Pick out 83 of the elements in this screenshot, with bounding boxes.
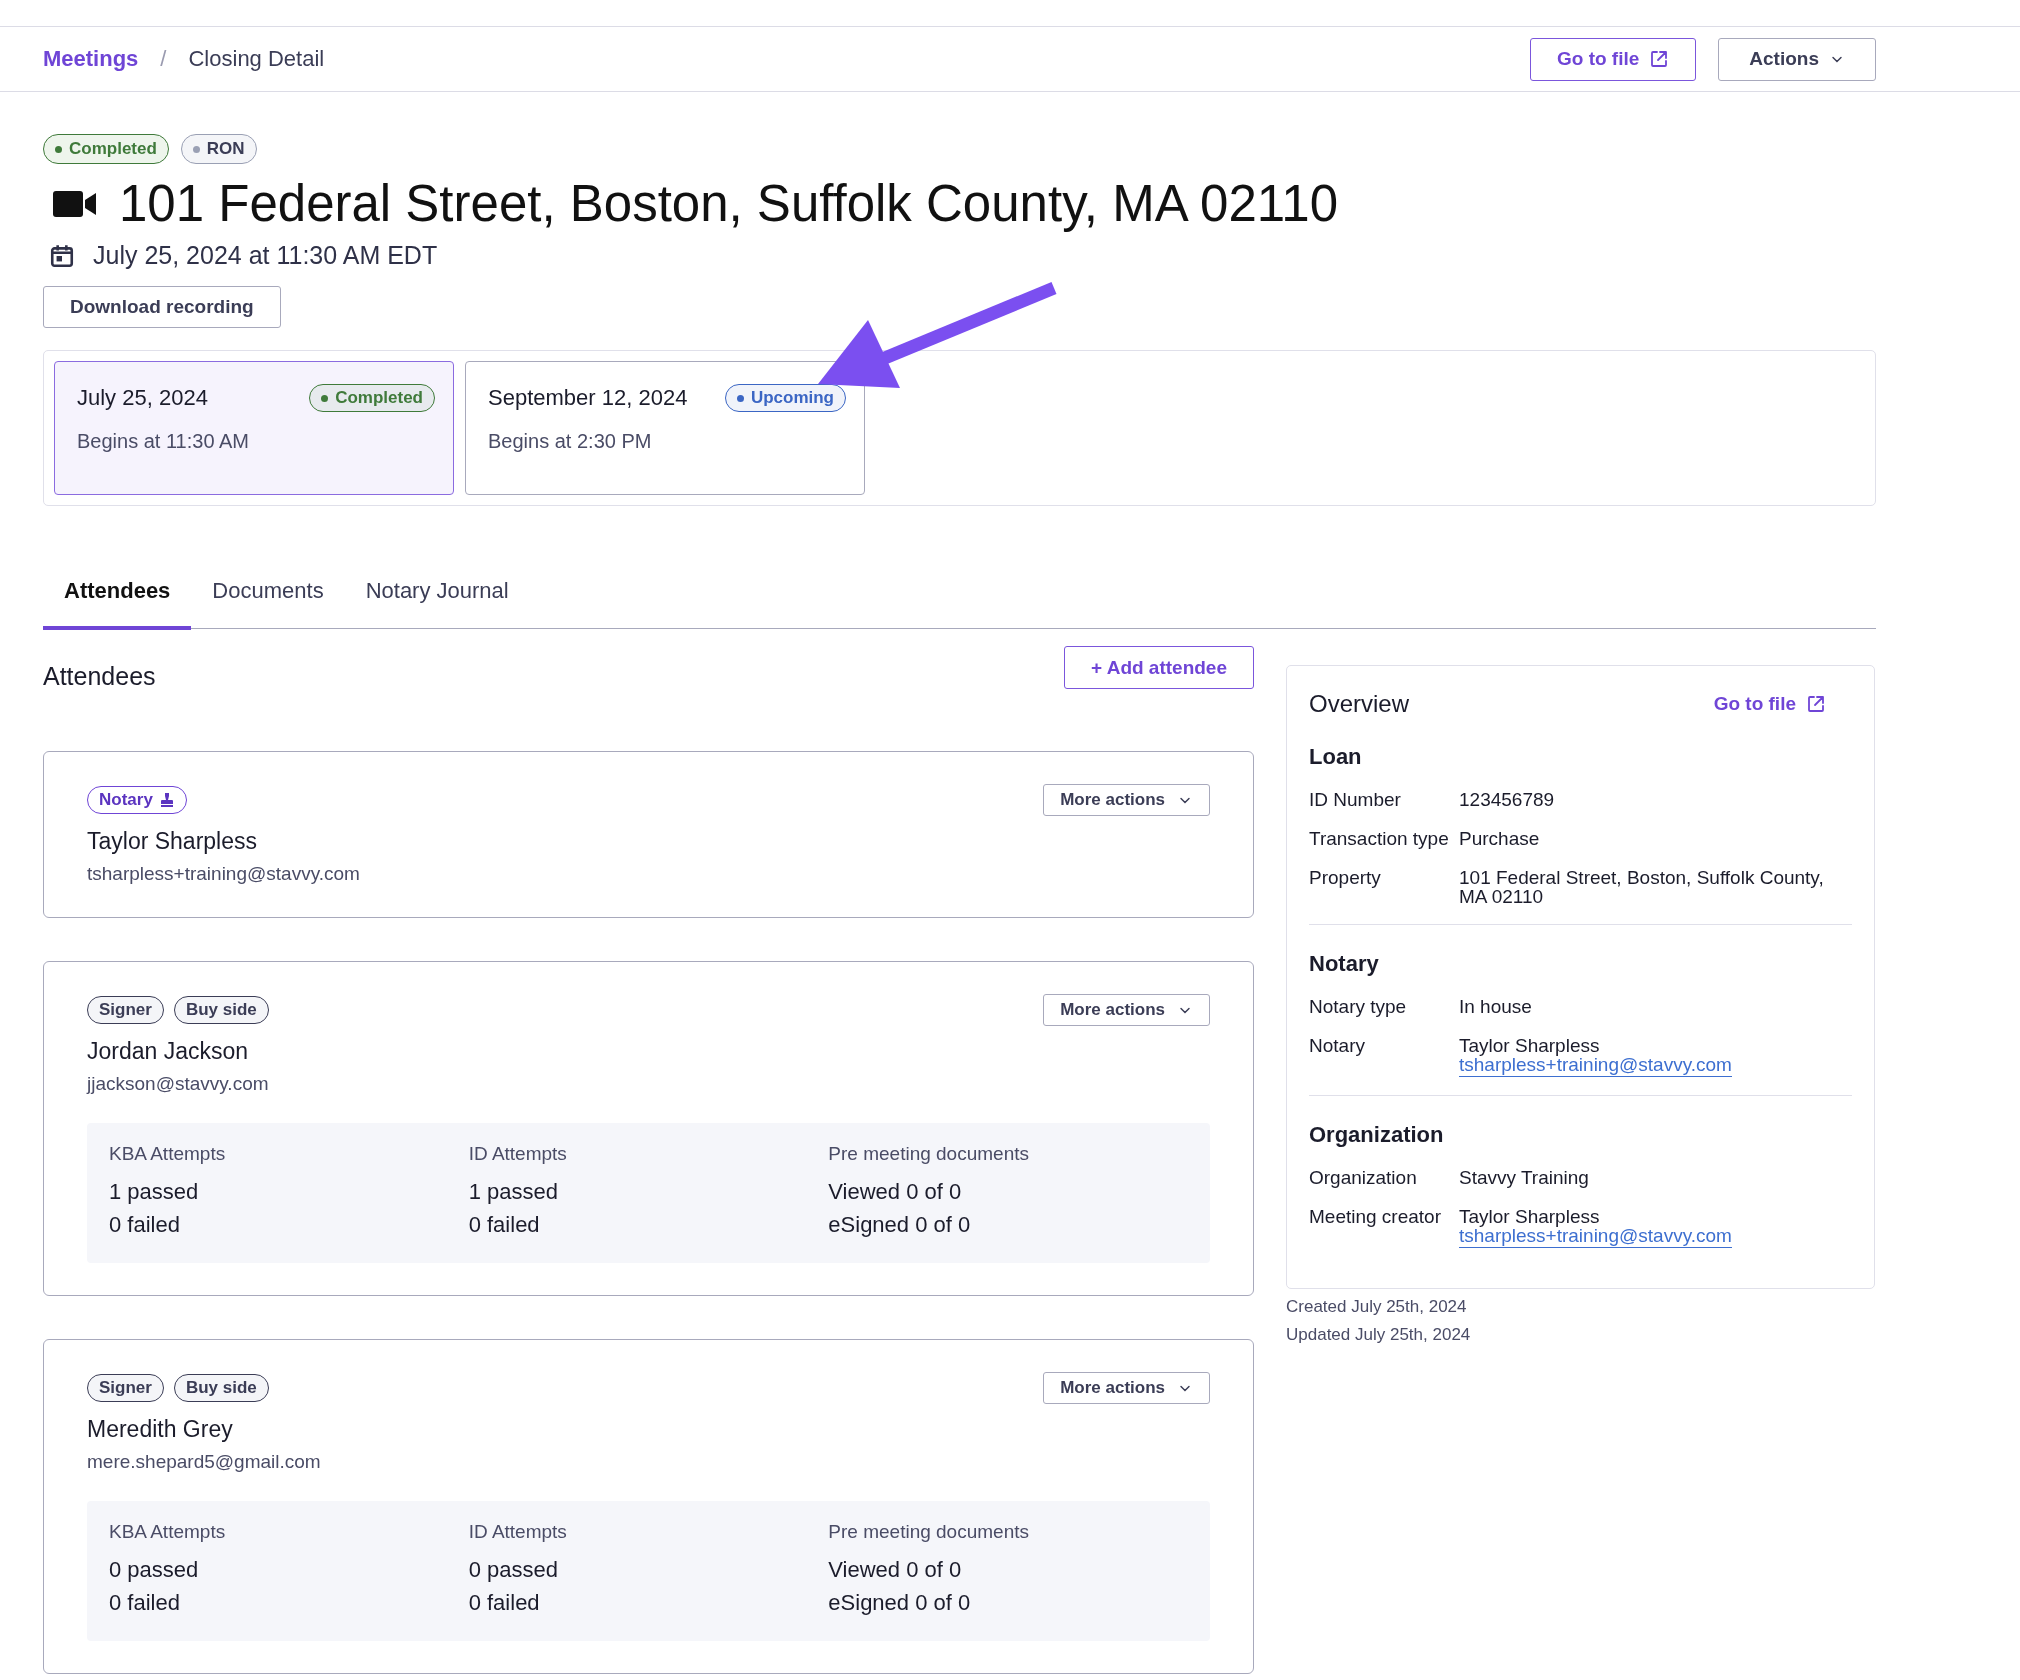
attendee-name: Taylor Sharpless — [87, 828, 259, 855]
tab[interactable]: Documents — [191, 560, 345, 630]
meeting-date: July 25, 2024 at 11:30 AM EDT — [93, 241, 438, 270]
role-tag: Signer — [87, 996, 164, 1024]
field-label: Organization — [1309, 1168, 1418, 1187]
section-title: Loan — [1309, 744, 1363, 770]
stat-heading: Pre meeting documents — [828, 1521, 1030, 1543]
field-label: ID Number — [1309, 790, 1402, 809]
field-value: Purchase — [1459, 829, 1540, 848]
session-time: Begins at 11:30 AM — [77, 430, 250, 453]
section-heading: Attendees — [43, 662, 156, 691]
video-camera-icon — [53, 188, 97, 219]
status-badge: Upcoming — [724, 384, 846, 412]
attendee-name: Jordan Jackson — [87, 1038, 250, 1065]
stat-value: Viewed 0 of 0 — [828, 1556, 963, 1584]
attendee-name: Meredith Grey — [87, 1416, 234, 1443]
created-date: Created July 25th, 2024 — [1286, 1297, 1468, 1317]
field-value: 101 Federal Street, Boston, Suffolk County, MA 02110 — [1459, 868, 1825, 906]
status-badge: Completed — [309, 384, 435, 412]
field-label: Notary type — [1309, 997, 1408, 1016]
field-value: 123456789 — [1459, 790, 1555, 809]
stat-heading: Pre meeting documents — [828, 1143, 1030, 1165]
stat-heading: KBA Attempts — [109, 1143, 227, 1165]
stat-heading: ID Attempts — [468, 1521, 568, 1543]
session-card[interactable]: July 25, 2024 Completed Begins at 11:30 AM — [54, 361, 454, 495]
more-actions-button[interactable]: More actions — [1043, 1372, 1210, 1404]
session-card[interactable]: September 12, 2024 Upcoming Begins at 2:30 PM — [465, 361, 865, 495]
section-title: Notary — [1309, 951, 1380, 977]
overview-title: Overview — [1309, 690, 1410, 718]
breadcrumb-current: Closing Detail — [188, 46, 325, 72]
email-link[interactable]: tsharpless+training@stavvy.com — [1459, 1226, 1732, 1248]
actions-button[interactable]: Actions — [1718, 37, 1876, 81]
add-attendee-button[interactable]: + Add attendee — [1064, 646, 1254, 689]
status-badge: RON — [180, 134, 257, 164]
stat-heading: ID Attempts — [468, 1143, 568, 1165]
go-to-file-button[interactable]: Go to file — [1530, 37, 1697, 81]
calendar-icon — [49, 242, 75, 269]
role-tag: Buy side — [173, 1374, 269, 1402]
breadcrumb-link[interactable]: Meetings — [43, 46, 139, 72]
role-tag: Notary — [87, 786, 187, 814]
attendee-email: tsharpless+training@stavvy.com — [87, 863, 361, 885]
field-value: Taylor Sharpless — [1459, 1036, 1601, 1055]
stat-value: 0 failed — [109, 1211, 181, 1239]
field-value: Taylor Sharpless — [1459, 1207, 1601, 1226]
stat-value: eSigned 0 of 0 — [828, 1211, 972, 1239]
email-link[interactable]: tsharpless+training@stavvy.com — [1459, 1055, 1732, 1077]
stat-value: 1 passed — [109, 1178, 200, 1206]
stat-value: 0 passed — [468, 1556, 559, 1584]
page-title: 101 Federal Street, Boston, Suffolk County, MA 02110 — [119, 174, 1339, 233]
external-link-icon — [1649, 49, 1670, 69]
attendee-email: mere.shepard5@gmail.com — [87, 1451, 322, 1473]
stat-value: Viewed 0 of 0 — [828, 1178, 963, 1206]
field-label: Property — [1309, 868, 1382, 890]
stamp-icon — [158, 792, 175, 808]
updated-date: Updated July 25th, 2024 — [1286, 1325, 1472, 1345]
field-label: Meeting creator — [1309, 1207, 1442, 1229]
section-title: Organization — [1309, 1122, 1445, 1148]
stat-heading: KBA Attempts — [109, 1521, 227, 1543]
session-date: September 12, 2024 — [488, 385, 688, 411]
role-tag: Buy side — [173, 996, 269, 1024]
status-badge: Completed — [43, 134, 169, 164]
field-value: In house — [1459, 997, 1532, 1016]
field-label: Transaction type — [1309, 829, 1450, 848]
stat-value: eSigned 0 of 0 — [828, 1589, 972, 1617]
role-tag: Signer — [87, 1374, 164, 1402]
tab[interactable]: Attendees — [43, 560, 192, 630]
stat-value: 1 passed — [468, 1178, 559, 1206]
stat-value: 0 failed — [468, 1589, 541, 1617]
field-label: Notary — [1309, 1036, 1366, 1058]
external-link-icon — [1806, 694, 1826, 714]
session-date: July 25, 2024 — [77, 385, 208, 411]
stat-value: 0 failed — [468, 1211, 541, 1239]
more-actions-button[interactable]: More actions — [1043, 784, 1210, 816]
more-actions-button[interactable]: More actions — [1043, 994, 1210, 1026]
stat-value: 0 passed — [109, 1556, 200, 1584]
field-value: Stavvy Training — [1459, 1168, 1589, 1187]
session-time: Begins at 2:30 PM — [488, 430, 653, 453]
go-to-file-link[interactable]: Go to file — [1713, 693, 1826, 715]
stat-value: 0 failed — [109, 1589, 181, 1617]
attendee-email: jjackson@stavvy.com — [87, 1073, 270, 1095]
tab[interactable]: Notary Journal — [344, 560, 530, 630]
breadcrumb-separator: / — [160, 46, 167, 72]
download-recording-button[interactable]: Download recording — [43, 286, 281, 328]
